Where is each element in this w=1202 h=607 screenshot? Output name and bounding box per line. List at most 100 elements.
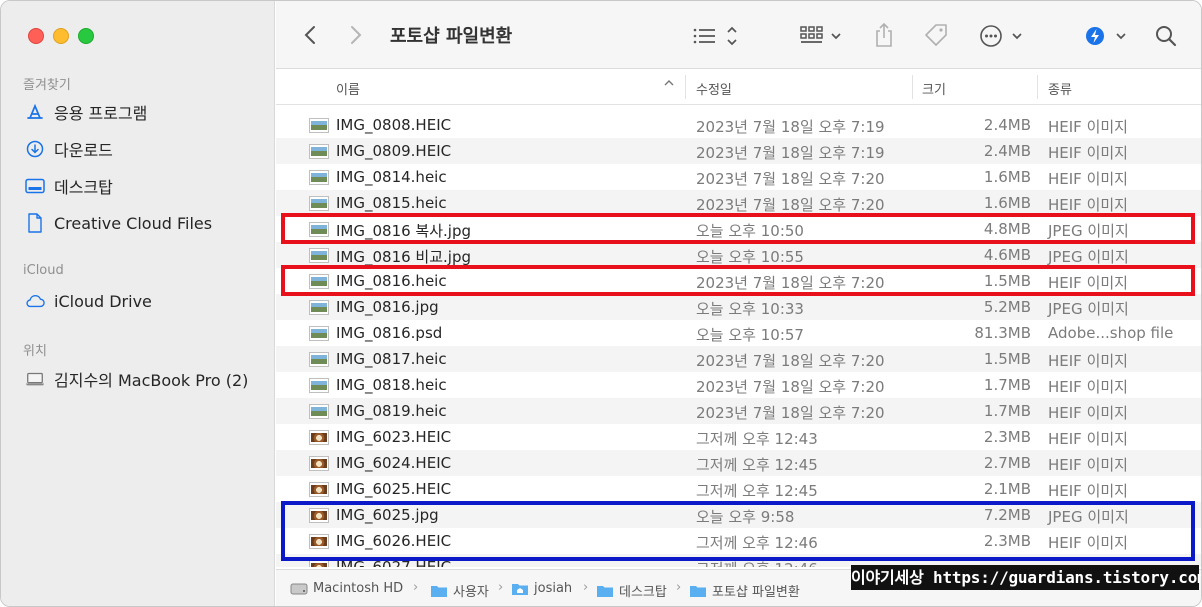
sidebar-item-applications[interactable]: 응용 프로그램 bbox=[25, 99, 147, 125]
path-item-home[interactable]: josiah bbox=[511, 581, 572, 596]
file-name: IMG_0808.HEIC bbox=[336, 116, 452, 134]
minimize-button[interactable] bbox=[53, 28, 69, 44]
file-kind: HEIF 이미지 bbox=[1048, 274, 1128, 292]
column-name-header[interactable]: 이름 bbox=[336, 79, 360, 98]
file-row[interactable]: IMG_6026.HEIC 그저께 오후 12:46 2.3MB HEIF 이미지 bbox=[276, 528, 1201, 554]
path-item-label: josiah bbox=[534, 581, 573, 596]
column-divider[interactable] bbox=[912, 75, 913, 99]
file-size: 4.6MB bbox=[983, 246, 1031, 264]
file-date: 2023년 7월 18일 오후 7:20 bbox=[696, 404, 885, 422]
file-kind: HEIF 이미지 bbox=[1048, 482, 1128, 500]
column-kind-header[interactable]: 종류 bbox=[1048, 79, 1072, 98]
file-row[interactable]: IMG_0809.HEIC 2023년 7월 18일 오후 7:19 2.4MB HE… bbox=[276, 138, 1201, 164]
file-size: 1.7MB bbox=[983, 402, 1031, 420]
column-divider[interactable] bbox=[685, 75, 686, 99]
landscape-photo-thumbnail-icon bbox=[309, 248, 329, 263]
path-item-disk[interactable]: Macintosh HD bbox=[290, 581, 403, 596]
file-row[interactable]: IMG_0808.HEIC 2023년 7월 18일 오후 7:19 2.4MB HE… bbox=[276, 112, 1201, 138]
back-button[interactable] bbox=[298, 23, 322, 47]
list-view-icon bbox=[693, 26, 737, 46]
watermark: 이야기세상 https://guardians.tistory.com bbox=[851, 565, 1201, 590]
folder-icon bbox=[597, 585, 613, 597]
sidebar-section-icloud: iCloud bbox=[23, 263, 64, 278]
path-item-desktop[interactable]: 데스크탑 bbox=[596, 581, 667, 600]
file-date: 오늘 오후 10:33 bbox=[696, 300, 804, 318]
tag-button[interactable] bbox=[922, 21, 950, 49]
file-row[interactable]: IMG_0816.heic 2023년 7월 18일 오후 7:20 1.5MB HE… bbox=[276, 268, 1201, 294]
cloud-icon bbox=[25, 291, 45, 311]
applications-icon bbox=[25, 102, 45, 122]
landscape-photo-thumbnail-icon bbox=[309, 170, 329, 185]
search-button[interactable] bbox=[1152, 22, 1180, 50]
sidebar-section-favorites: 즐겨찾기 bbox=[23, 78, 71, 93]
folder-icon bbox=[690, 585, 706, 597]
view-list-button[interactable] bbox=[690, 23, 742, 49]
sidebar-item-macbook[interactable]: 김지수의 MacBook Pro (2) bbox=[25, 366, 248, 392]
path-separator-icon: › bbox=[498, 580, 504, 595]
file-row[interactable]: IMG_0818.heic 2023년 7월 18일 오후 7:20 1.7MB HE… bbox=[276, 372, 1201, 398]
landscape-photo-thumbnail-icon bbox=[309, 352, 329, 367]
file-name: IMG_6026.HEIC bbox=[336, 532, 452, 550]
share-button[interactable] bbox=[872, 21, 896, 49]
landscape-photo-thumbnail-icon bbox=[309, 118, 329, 133]
sidebar: 즐겨찾기 응용 프로그램 다운로드 데스크탑 Creative Cloud Fi… bbox=[1, 1, 275, 606]
file-name: IMG_6024.HEIC bbox=[336, 454, 452, 472]
file-row[interactable]: IMG_0816 비교.jpg 오늘 오후 10:55 4.6MB JPEG 이미지 bbox=[276, 242, 1201, 268]
landscape-photo-thumbnail-icon bbox=[309, 144, 329, 159]
file-row[interactable]: IMG_0814.heic 2023년 7월 18일 오후 7:20 1.6MB HE… bbox=[276, 164, 1201, 190]
path-item-current[interactable]: 포토샵 파일변환 bbox=[689, 581, 800, 600]
file-row[interactable]: IMG_6025.HEIC 그저께 오후 12:45 2.1MB HEIF 이미지 bbox=[276, 476, 1201, 502]
action-button[interactable] bbox=[978, 23, 1028, 49]
file-date: 오늘 오후 10:50 bbox=[696, 222, 804, 240]
chevron-right-icon bbox=[351, 26, 362, 44]
file-row[interactable]: IMG_0816 복사.jpg 오늘 오후 10:50 4.8MB JPEG 이미지 bbox=[276, 216, 1201, 242]
column-size-header[interactable]: 크기 bbox=[922, 79, 946, 98]
path-item-users[interactable]: 사용자 bbox=[430, 581, 489, 600]
file-row[interactable]: IMG_6023.HEIC 그저께 오후 12:43 2.3MB HEIF 이미지 bbox=[276, 424, 1201, 450]
sidebar-item-creative-cloud-files[interactable]: Creative Cloud Files bbox=[25, 210, 212, 236]
file-kind: HEIF 이미지 bbox=[1048, 118, 1128, 136]
file-date: 2023년 7월 18일 오후 7:19 bbox=[696, 144, 885, 162]
sidebar-section-locations: 위치 bbox=[23, 344, 47, 359]
column-header: 이름 수정일 크기 종류 bbox=[276, 69, 1201, 105]
file-kind: HEIF 이미지 bbox=[1048, 534, 1128, 552]
file-size: 4.8MB bbox=[983, 220, 1031, 238]
food-photo-thumbnail-icon bbox=[309, 508, 329, 523]
landscape-photo-thumbnail-icon bbox=[309, 378, 329, 393]
file-row[interactable]: IMG_0816.jpg 오늘 오후 10:33 5.2MB JPEG 이미지 bbox=[276, 294, 1201, 320]
file-date: 2023년 7월 18일 오후 7:19 bbox=[696, 118, 885, 136]
file-kind: HEIF 이미지 bbox=[1048, 456, 1128, 474]
zoom-button[interactable] bbox=[78, 28, 94, 44]
file-size: 81.3MB bbox=[974, 324, 1031, 342]
file-name: IMG_0817.heic bbox=[336, 350, 447, 368]
sidebar-item-desktop[interactable]: 데스크탑 bbox=[25, 173, 113, 199]
file-row[interactable]: IMG_0816.psd 오늘 오후 10:57 81.3MB Adobe...sho… bbox=[276, 320, 1201, 346]
path-separator-icon: › bbox=[583, 580, 589, 595]
file-row[interactable]: IMG_6024.HEIC 그저께 오후 12:45 2.7MB HEIF 이미지 bbox=[276, 450, 1201, 476]
file-row[interactable]: IMG_6025.jpg 오늘 오후 9:58 7.2MB JPEG 이미지 bbox=[276, 502, 1201, 528]
file-kind: HEIF 이미지 bbox=[1048, 404, 1128, 422]
sidebar-item-icloud-drive[interactable]: iCloud Drive bbox=[25, 288, 152, 314]
file-name: IMG_6023.HEIC bbox=[336, 428, 452, 446]
group-button[interactable] bbox=[798, 23, 848, 49]
close-button[interactable] bbox=[28, 28, 44, 44]
file-row[interactable]: IMG_0815.heic 2023년 7월 18일 오후 7:20 1.6MB HE… bbox=[276, 190, 1201, 216]
file-date: 2023년 7월 18일 오후 7:20 bbox=[696, 170, 885, 188]
sidebar-item-label: 김지수의 MacBook Pro (2) bbox=[54, 371, 249, 390]
column-date-header[interactable]: 수정일 bbox=[696, 79, 732, 98]
file-kind: HEIF 이미지 bbox=[1048, 352, 1128, 370]
food-photo-thumbnail-icon bbox=[309, 456, 329, 471]
file-row[interactable]: IMG_0817.heic 2023년 7월 18일 오후 7:20 1.5MB HE… bbox=[276, 346, 1201, 372]
sidebar-item-downloads[interactable]: 다운로드 bbox=[25, 136, 113, 162]
path-item-label: 포토샵 파일변환 bbox=[712, 585, 800, 600]
file-kind: HEIF 이미지 bbox=[1048, 430, 1128, 448]
column-divider[interactable] bbox=[1037, 75, 1038, 99]
toolbar: 포토샵 파일변환 bbox=[276, 1, 1201, 69]
file-name: IMG_0815.heic bbox=[336, 194, 447, 212]
sort-ascending-icon[interactable] bbox=[663, 77, 675, 93]
file-name: IMG_0816 복사.jpg bbox=[336, 222, 472, 240]
file-row[interactable]: IMG_0819.heic 2023년 7월 18일 오후 7:20 1.7MB HE… bbox=[276, 398, 1201, 424]
airdrop-button[interactable] bbox=[1082, 23, 1132, 49]
forward-button[interactable] bbox=[344, 23, 368, 47]
file-name: IMG_0816 비교.jpg bbox=[336, 248, 472, 266]
